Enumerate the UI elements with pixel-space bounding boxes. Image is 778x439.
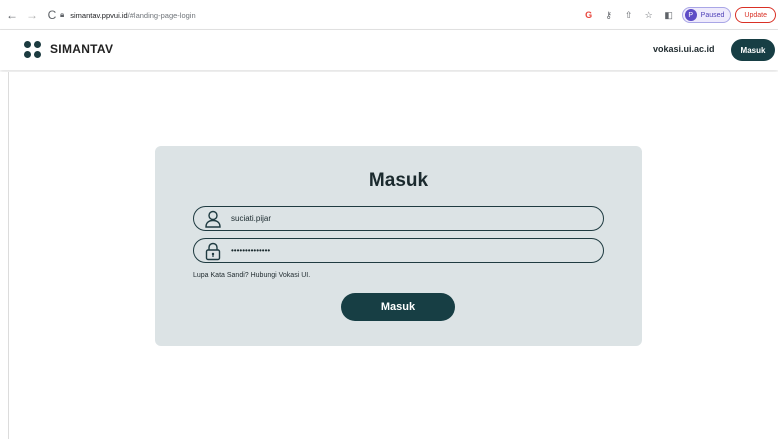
login-submit-button[interactable]: Masuk: [341, 293, 455, 321]
app-logo-icon[interactable]: [24, 41, 42, 59]
divider: [8, 72, 9, 439]
password-field[interactable]: ••••••••••••••: [193, 238, 604, 263]
username-value: suciati.pijar: [231, 214, 272, 223]
profile-avatar: P: [684, 9, 697, 21]
profile-status: Paused: [700, 11, 725, 19]
browser-actions: G ⚷ ⇧ ☆ ◧ P Paused Update: [582, 5, 778, 25]
browser-toolbar: ← → C 🔒︎ simantav.ppvui.id /#landing-pag…: [0, 0, 778, 30]
padlock-icon: [205, 242, 221, 260]
username-field[interactable]: suciati.pijar: [193, 206, 604, 231]
sidepanel-icon[interactable]: ◧: [662, 8, 676, 22]
star-icon[interactable]: ☆: [642, 8, 656, 22]
url-path: /#landing-page-login: [127, 10, 196, 20]
password-value: ••••••••••••••: [231, 246, 271, 255]
login-title: Masuk: [368, 170, 429, 191]
brand-name[interactable]: SIMANTAV: [50, 42, 113, 56]
lock-icon: 🔒︎: [60, 10, 65, 19]
forgot-password-hint: Lupa Kata Sandi? Hubungi Vokasi UI.: [193, 272, 311, 279]
address-bar[interactable]: 🔒︎ simantav.ppvui.id /#landing-page-logi…: [60, 6, 600, 24]
back-icon[interactable]: ←: [4, 7, 20, 23]
url-host: simantav.ppvui.id: [70, 10, 128, 20]
share-icon[interactable]: ⇧: [622, 8, 636, 22]
user-icon: [205, 210, 221, 228]
login-card: Masuk suciati.pijar •••••••••••••• Lupa …: [155, 146, 642, 346]
header-login-button[interactable]: Masuk: [731, 39, 775, 61]
forward-icon[interactable]: →: [24, 7, 40, 23]
reload-icon[interactable]: C: [44, 7, 60, 23]
vokasi-link[interactable]: vokasi.ui.ac.id: [653, 44, 715, 54]
update-button[interactable]: Update: [735, 7, 776, 23]
key-icon[interactable]: ⚷: [602, 8, 616, 22]
profile-paused-button[interactable]: P Paused: [681, 7, 732, 23]
google-icon[interactable]: G: [582, 8, 596, 22]
site-header: SIMANTAV vokasi.ui.ac.id Masuk: [0, 30, 778, 70]
update-label: Update: [744, 11, 767, 19]
